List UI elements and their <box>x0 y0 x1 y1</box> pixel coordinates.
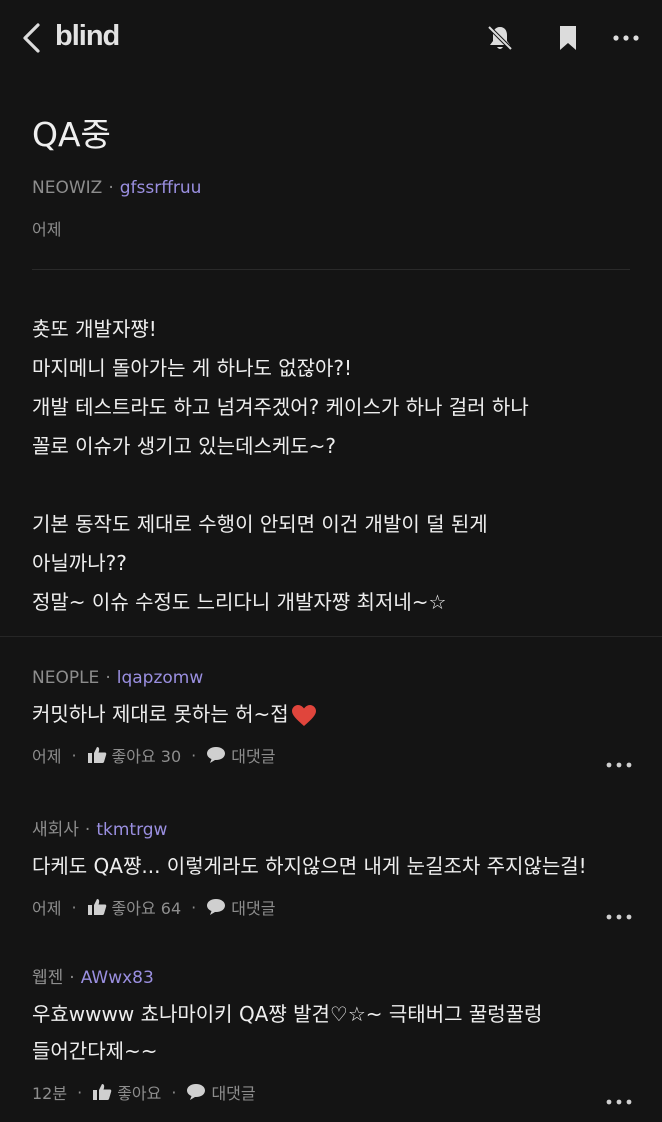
meta-dot: · <box>71 745 77 765</box>
thumbs-up-icon <box>93 1084 112 1100</box>
post-meta: NEOWIZ · gfssrffruu <box>32 178 201 198</box>
comment-author[interactable]: tkmtrgw <box>96 820 167 840</box>
bookmark-icon[interactable] <box>552 22 584 54</box>
thumbs-up-icon <box>87 747 106 763</box>
comment-company[interactable]: 새회사 <box>32 820 79 840</box>
comment: 새회사 · tkmtrgw 다케도 QA쨩... 이렇게라도 하지않으면 내게 눈길… <box>32 815 632 920</box>
like-label: 좋아요 30 <box>111 747 182 766</box>
comment-line: 우효wwww 쵸나마이키 QA쨩 발견♡☆~ 극태버그 꿀렁꿀렁 <box>32 1002 543 1026</box>
divider <box>32 269 630 270</box>
reply-button[interactable]: 대댓글 <box>186 1080 256 1104</box>
post-author[interactable]: gfssrffruu <box>120 178 202 198</box>
reply-label: 대댓글 <box>231 899 276 918</box>
post-body: 춋또 개발자쨩! 마지메니 돌아가는 게 하나도 없잖아?! 개발 테스트라도 … <box>32 310 529 622</box>
like-button[interactable]: 좋아요 64 <box>87 895 182 919</box>
body-line: 정말~ 이슈 수정도 느리다니 개발자쨩 최저네~☆ <box>32 590 447 614</box>
comment-author[interactable]: lqapzomw <box>117 668 204 688</box>
comment-line: 다케도 QA쨩... 이렇게라도 하지않으면 내게 눈길조차 주지않는걸! <box>32 854 587 878</box>
comment: NEOPLE · lqapzomw 커밋하나 제대로 못하는 허~접 어제 · 좋아… <box>32 668 632 768</box>
more-horizontal-icon[interactable] <box>610 22 642 54</box>
body-line: 꼴로 이슈가 생기고 있는데스케도~? <box>32 434 337 458</box>
body-blank-line <box>32 466 529 505</box>
reply-label: 대댓글 <box>211 1084 256 1103</box>
meta-dot: · <box>77 1082 83 1102</box>
like-button[interactable]: 좋아요 30 <box>87 743 182 767</box>
speech-bubble-icon <box>207 899 226 915</box>
body-line: 마지메니 돌아가는 게 하나도 없잖아?! <box>32 356 353 380</box>
comment-actions: 어제 · 좋아요 64 · 대댓글 <box>32 895 632 919</box>
comment-time: 어제 <box>32 899 62 918</box>
speech-bubble-icon <box>207 747 226 763</box>
meta-dot: · <box>191 897 197 917</box>
meta-dot: · <box>108 178 114 198</box>
post-company[interactable]: NEOWIZ <box>32 178 102 198</box>
reply-button[interactable]: 대댓글 <box>206 895 275 919</box>
body-line: 춋또 개발자쨩! <box>32 317 157 341</box>
comment-time: 어제 <box>32 747 62 766</box>
more-horizontal-icon[interactable] <box>604 1094 634 1110</box>
comment-text: 우효wwww 쵸나마이키 QA쨩 발견♡☆~ 극태버그 꿀렁꿀렁 들어간다제~~ <box>32 996 632 1070</box>
comment-author[interactable]: AWwx83 <box>81 968 154 988</box>
comment-meta: 새회사 · tkmtrgw <box>32 815 632 840</box>
comment-meta: 웹젠 · AWwx83 <box>32 963 632 988</box>
meta-dot: · <box>71 897 77 917</box>
body-line: 기본 동작도 제대로 수행이 안되면 이건 개발이 덜 된게 <box>32 512 488 536</box>
heart-icon <box>291 704 316 726</box>
meta-dot: · <box>191 745 197 765</box>
more-horizontal-icon[interactable] <box>604 909 634 925</box>
comment-text: 커밋하나 제대로 못하는 허~접 <box>32 696 632 733</box>
comment-company[interactable]: 웹젠 <box>32 968 63 988</box>
meta-dot: · <box>105 668 111 688</box>
comment-text: 다케도 QA쨩... 이렇게라도 하지않으면 내게 눈길조차 주지않는걸! <box>32 848 632 885</box>
post-time: 어제 <box>32 220 62 239</box>
like-label: 좋아요 <box>117 1084 162 1103</box>
comment: 웹젠 · AWwx83 우효wwww 쵸나마이키 QA쨩 발견♡☆~ 극태버그 꿀렁… <box>32 963 632 1105</box>
body-line: 개발 테스트라도 하고 넘겨주겠어? 케이스가 하나 걸러 하나 <box>32 395 529 419</box>
top-bar: blind <box>0 0 662 76</box>
reply-button[interactable]: 대댓글 <box>206 743 275 767</box>
post-title: QA중 <box>32 115 111 154</box>
reply-label: 대댓글 <box>231 747 276 766</box>
chevron-left-icon[interactable] <box>20 22 44 54</box>
meta-dot: · <box>69 968 75 988</box>
comment-company[interactable]: NEOPLE <box>32 668 99 688</box>
comment-time: 12분 <box>32 1084 68 1103</box>
comments-divider <box>0 636 662 637</box>
app-logo[interactable]: blind <box>55 20 120 53</box>
comment-line: 커밋하나 제대로 못하는 허~접 <box>32 702 289 726</box>
speech-bubble-icon <box>187 1084 206 1100</box>
meta-dot: · <box>171 1082 177 1102</box>
body-line: 아닐까나?? <box>32 551 127 575</box>
comment-line: 들어간다제~~ <box>32 1039 158 1063</box>
thumbs-up-icon <box>87 899 106 915</box>
more-horizontal-icon[interactable] <box>604 757 634 773</box>
comment-actions: 12분 · 좋아요 · 대댓글 <box>32 1080 632 1104</box>
like-button[interactable]: 좋아요 <box>92 1080 161 1104</box>
comment-actions: 어제 · 좋아요 30 · 대댓글 <box>32 743 632 767</box>
bell-off-icon[interactable] <box>484 22 516 54</box>
comment-meta: NEOPLE · lqapzomw <box>32 668 632 688</box>
like-label: 좋아요 64 <box>111 899 182 918</box>
meta-dot: · <box>84 820 91 840</box>
